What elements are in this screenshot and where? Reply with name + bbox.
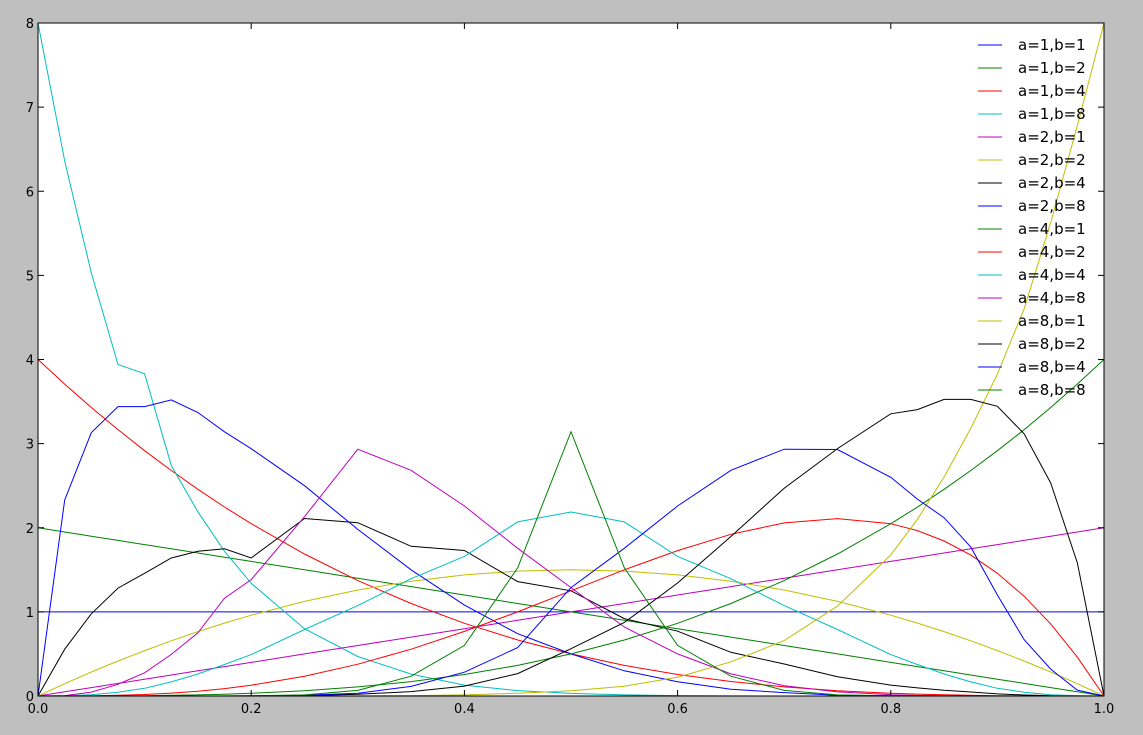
legend-label: a=1,b=1 [1018,36,1086,54]
legend-label: a=8,b=8 [1018,381,1086,399]
x-tick-label: 0.4 [454,702,475,717]
legend-label: a=8,b=2 [1018,335,1086,353]
legend-label: a=8,b=1 [1018,312,1086,330]
y-tick-label: 8 [26,17,34,32]
legend-label: a=2,b=4 [1018,174,1086,192]
x-tick-label: 1.0 [1094,702,1115,717]
y-tick-label: 0 [26,690,34,705]
legend-label: a=1,b=8 [1018,105,1086,123]
legend-label: a=2,b=2 [1018,151,1086,169]
y-tick-label: 5 [26,269,34,284]
y-tick-label: 4 [26,354,34,369]
y-tick-label: 1 [26,606,34,621]
plot-background [38,23,1104,696]
y-tick-label: 6 [26,185,34,200]
x-tick-label: 0.2 [241,702,262,717]
legend-label: a=2,b=1 [1018,128,1086,146]
beta-distribution-chart: 0.0 0.2 0.4 0.6 0.8 1.0012345678 a=1,b=1a=1,b… [26,17,1115,717]
legend-label: a=4,b=4 [1018,266,1086,284]
legend-label: a=1,b=2 [1018,59,1086,77]
legend-label: a=4,b=2 [1018,243,1086,261]
y-tick-label: 7 [26,101,34,116]
y-tick-label: 2 [26,522,34,537]
x-tick-label: 0.8 [880,702,901,717]
legend-label: a=1,b=4 [1018,82,1086,100]
legend-label: a=2,b=8 [1018,197,1086,215]
legend-label: a=4,b=1 [1018,220,1086,238]
x-tick-label: 0.6 [667,702,688,717]
y-tick-label: 3 [26,438,34,453]
legend-label: a=4,b=8 [1018,289,1086,307]
legend-label: a=8,b=4 [1018,358,1086,376]
